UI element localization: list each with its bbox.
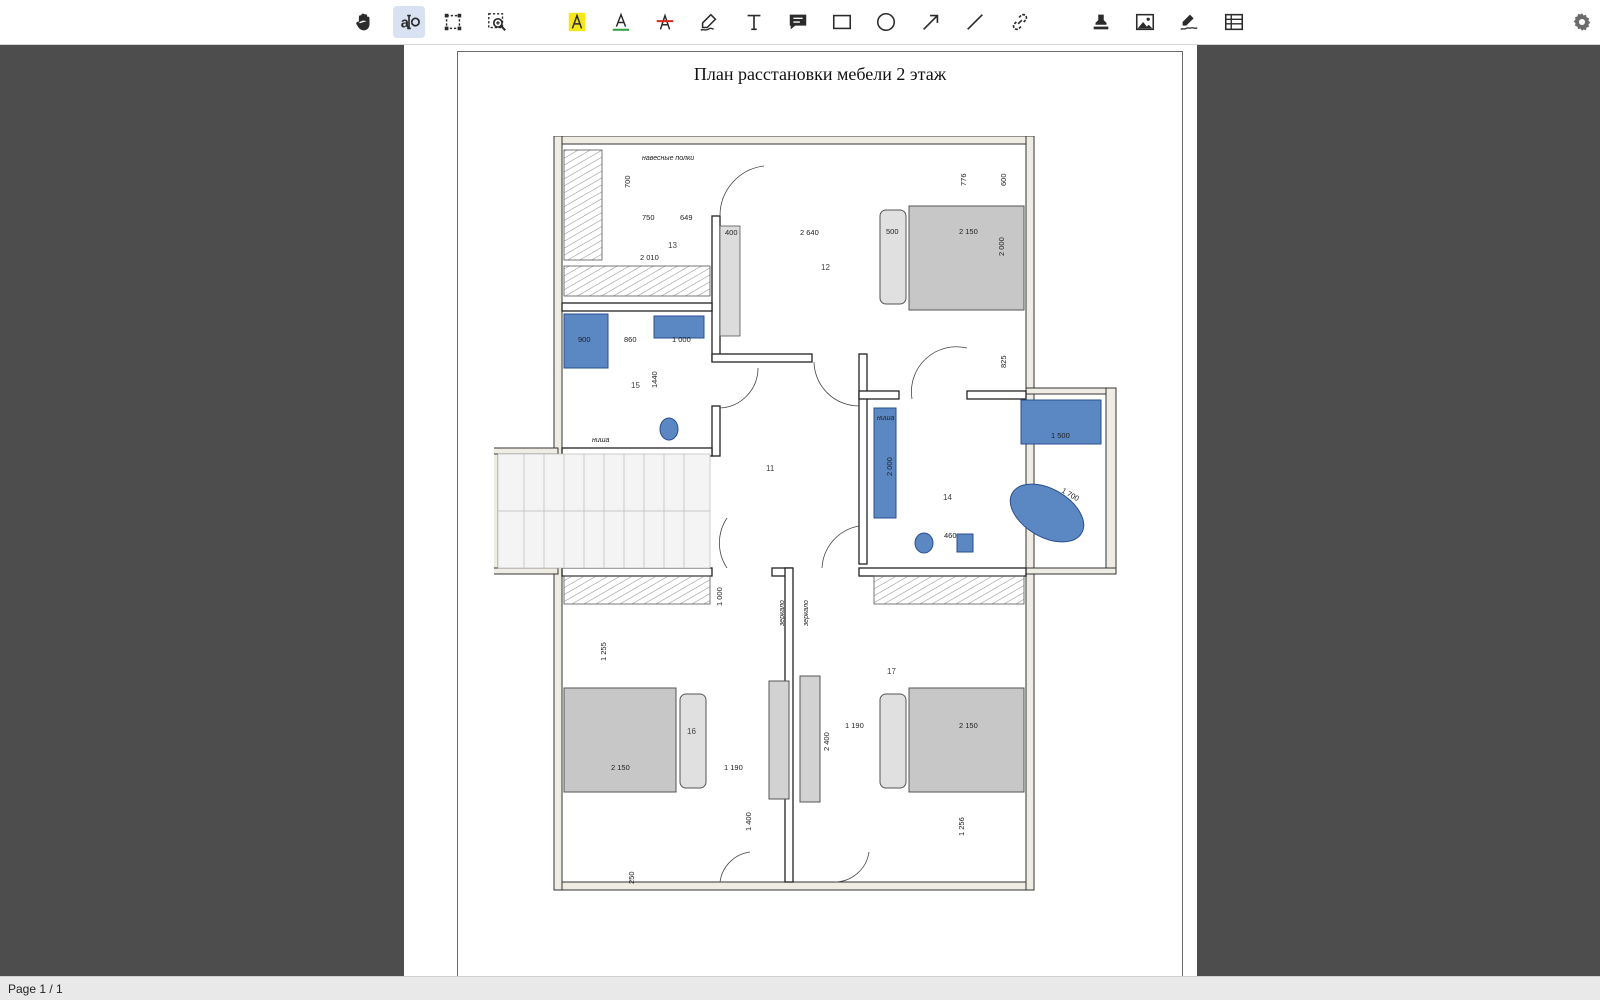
dimension: 1 000 (715, 587, 724, 606)
mirror-label: зеркало (779, 600, 786, 627)
underline-icon (612, 12, 630, 31)
room-number: 17 (887, 667, 896, 676)
zoom-area-icon (488, 13, 506, 31)
page-indicator: Page 1 / 1 (8, 982, 63, 996)
dimension: 2 150 (959, 227, 978, 236)
strikeout-icon (656, 13, 674, 30)
dimension: 750 (642, 213, 655, 222)
mirror-label: зеркало (803, 600, 810, 627)
shelves-label: навесные полки (642, 155, 694, 162)
settings-button[interactable] (1566, 6, 1598, 38)
hand-icon (356, 13, 370, 31)
rectangle-tool-button[interactable] (826, 6, 858, 38)
dimension: 2 000 (997, 237, 1006, 256)
dimension: 1 190 (724, 763, 743, 772)
link-icon (1012, 13, 1028, 31)
dimension: 1 000 (672, 335, 691, 344)
status-bar: Page 1 / 1 (0, 976, 1600, 1000)
dimension: 2 150 (959, 721, 978, 730)
link-tool-button[interactable] (1004, 6, 1036, 38)
arrow-tool-button[interactable] (915, 6, 947, 38)
hand-tool-button[interactable] (348, 6, 380, 38)
gear-icon (1573, 13, 1591, 31)
dimension: 250 (627, 871, 636, 884)
rectangle-icon (832, 14, 852, 30)
floor-plan-drawing: 11 12 13 14 15 16 17 навесные полки зерк… (494, 136, 1117, 891)
niche-label: ниша (592, 437, 610, 444)
line-icon (967, 14, 983, 30)
strikeout-tool-button[interactable] (649, 6, 681, 38)
dimension: 1440 (650, 371, 659, 388)
dimension: 2 000 (885, 457, 894, 476)
dimension: 1 500 (1051, 431, 1070, 440)
dimension: 460 (944, 531, 957, 540)
dimension: 2 150 (611, 763, 630, 772)
dimension: 649 (680, 213, 693, 222)
dimension: 860 (624, 335, 637, 344)
underline-tool-button[interactable] (605, 6, 637, 38)
room-number: 15 (631, 381, 640, 390)
dimension: 2 010 (640, 253, 659, 262)
line-tool-button[interactable] (959, 6, 991, 38)
room-number: 12 (821, 263, 830, 272)
dimension: 825 (999, 355, 1008, 368)
document-title: План расстановки мебели 2 этаж (693, 64, 947, 84)
stamp-tool-button[interactable] (1085, 6, 1117, 38)
pdf-page: План расстановки мебели 2 этаж 11 12 13 … (404, 45, 1197, 976)
zoom-area-tool-button[interactable] (481, 6, 513, 38)
arrow-icon (923, 14, 939, 30)
image-tool-button[interactable] (1129, 6, 1161, 38)
niche-label: ниша (877, 415, 895, 422)
freehand-pen-icon (700, 13, 717, 31)
highlight-tool-button[interactable] (561, 6, 593, 38)
text-tool-button[interactable] (738, 6, 770, 38)
dimension: 400 (725, 228, 738, 237)
text-select-icon: a (401, 14, 420, 32)
room-number: 16 (687, 727, 696, 736)
area-select-icon (444, 13, 462, 31)
ellipse-tool-button[interactable] (870, 6, 902, 38)
comment-tool-button[interactable] (782, 6, 814, 38)
dimension: 700 (623, 175, 632, 188)
document-viewer[interactable]: План расстановки мебели 2 этаж 11 12 13 … (0, 45, 1600, 976)
drawing-frame: План расстановки мебели 2 этаж 11 12 13 … (457, 51, 1183, 976)
signature-tool-button[interactable] (1173, 6, 1205, 38)
dimension: 900 (578, 335, 591, 344)
image-icon (1135, 13, 1155, 31)
text-icon (747, 14, 761, 31)
dimension: 500 (886, 227, 899, 236)
table-tool-button[interactable] (1218, 6, 1250, 38)
dimension: 2 400 (822, 732, 831, 751)
staircase (497, 453, 711, 569)
ellipse-icon (876, 12, 896, 32)
room-number: 14 (943, 493, 952, 502)
freehand-tool-button[interactable] (693, 6, 725, 38)
dimension: 1 190 (845, 721, 864, 730)
dimension: 1 400 (744, 812, 753, 831)
table-icon (1224, 13, 1244, 31)
annotation-toolbar: a (0, 0, 1600, 45)
room-number: 11 (766, 464, 775, 473)
highlight-icon (568, 12, 586, 32)
comment-icon (789, 14, 807, 30)
dimension: 600 (999, 173, 1008, 186)
area-select-tool-button[interactable] (437, 6, 469, 38)
text-select-tool-button[interactable]: a (393, 6, 425, 38)
room-number: 13 (668, 241, 677, 250)
stamp-icon (1093, 14, 1109, 30)
dimension: 1 256 (957, 817, 966, 836)
dimension: 776 (959, 173, 968, 186)
dimension: 1 255 (599, 642, 608, 661)
signature-icon (1180, 14, 1198, 30)
dimension: 2 640 (800, 228, 819, 237)
